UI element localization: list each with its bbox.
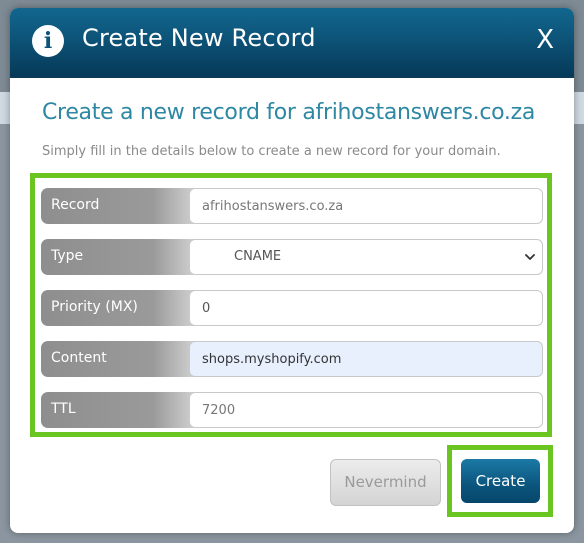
dialog-title: Create New Record — [82, 24, 316, 52]
info-icon: i — [32, 25, 64, 57]
type-select-value: CNAME — [234, 249, 282, 264]
create-button[interactable]: Create — [461, 459, 540, 503]
ttl-row: TTL — [41, 392, 543, 428]
record-input[interactable] — [189, 188, 543, 224]
record-row: Record — [41, 188, 543, 224]
ttl-input[interactable] — [189, 392, 543, 428]
content-label: Content — [41, 341, 201, 377]
priority-label: Priority (MX) — [41, 290, 201, 326]
content-row: Content — [41, 341, 543, 377]
create-button-highlight: Create — [447, 445, 553, 517]
priority-row: Priority (MX) — [41, 290, 543, 326]
record-label: Record — [41, 188, 201, 224]
type-label: Type — [41, 239, 201, 275]
ttl-label: TTL — [41, 392, 201, 428]
dialog-subtext: Simply fill in the details below to crea… — [42, 144, 501, 159]
content-input[interactable] — [189, 341, 543, 377]
nevermind-button[interactable]: Nevermind — [330, 459, 441, 506]
close-button[interactable]: X — [536, 25, 554, 55]
priority-input[interactable] — [189, 290, 543, 326]
chevron-down-icon — [525, 254, 535, 260]
type-select[interactable]: CNAME — [189, 239, 543, 275]
dialog-header: i Create New Record X — [10, 8, 574, 78]
dialog-heading: Create a new record for afrihostanswers.… — [42, 100, 536, 125]
record-form: Record Type CNAME Priority (MX) Content … — [30, 173, 552, 437]
type-row: Type CNAME — [41, 239, 543, 275]
create-record-dialog: i Create New Record X Create a new recor… — [10, 8, 574, 533]
dialog-actions: Nevermind Create — [10, 438, 574, 533]
